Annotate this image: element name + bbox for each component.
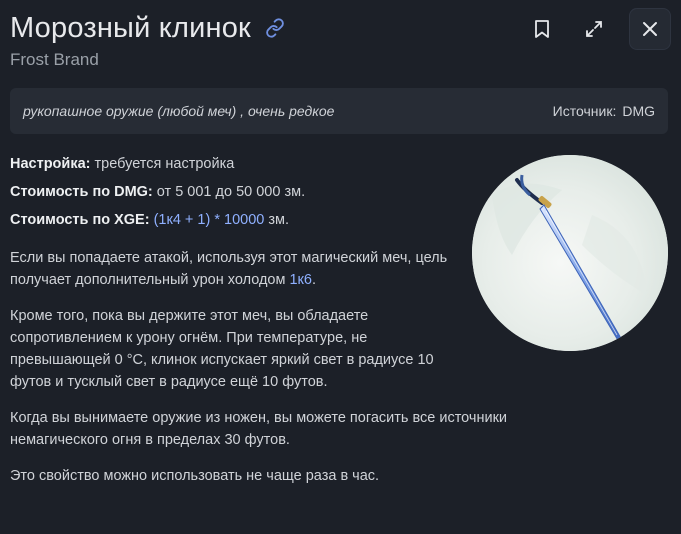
property-cost-dmg: Стоимость по DMG: от 5 001 до 50 000 зм. [10, 181, 465, 209]
property-label: Настройка: [10, 156, 91, 172]
item-illustration [472, 155, 668, 351]
description-paragraph: Если вы попадаете атакой, используя этот… [10, 247, 465, 291]
paragraph-end: . [311, 272, 316, 288]
expand-button[interactable] [575, 10, 613, 48]
bookmark-button[interactable] [523, 10, 561, 48]
item-description: Настройка: требуется настройка Стоимость… [10, 153, 507, 487]
item-type: рукопашное оружие (любой меч) , очень ре… [23, 103, 335, 119]
source-label: Источник: [552, 103, 617, 119]
close-button[interactable] [629, 8, 671, 50]
property-attunement: Настройка: требуется настройка [10, 153, 465, 181]
expand-icon [586, 21, 602, 37]
property-label: Стоимость по XGE: [10, 212, 150, 228]
header-actions [509, 8, 671, 50]
bookmark-icon [535, 20, 549, 38]
item-subtitle: Frost Brand [10, 50, 99, 69]
property-value: от 5 001 до 50 000 зм. [156, 184, 306, 200]
description-paragraph: Когда вы вынимаете оружие из ножен, вы м… [10, 410, 508, 448]
property-value: требуется настройка [94, 156, 235, 172]
description-paragraph: Это свойство можно использовать не чаще … [10, 468, 380, 484]
cost-formula-link[interactable]: (1к4 + 1) * 10000 [154, 212, 265, 228]
paragraph-text: Если вы попадаете атакой, используя этот… [10, 250, 448, 288]
property-cost-xge: Стоимость по XGE: (1к4 + 1) * 10000 зм. [10, 209, 465, 237]
link-icon[interactable] [264, 17, 286, 39]
damage-dice-link[interactable]: 1к6 [289, 272, 311, 288]
property-label: Стоимость по DMG: [10, 184, 153, 200]
item-meta-bar: рукопашное оружие (любой меч) , очень ре… [10, 88, 668, 134]
item-title: Морозный клинок [10, 11, 251, 44]
property-unit: зм. [268, 212, 290, 228]
item-header: Морозный клинок Frost Brand [10, 8, 671, 78]
description-paragraph: Кроме того, пока вы держите этот меч, вы… [10, 308, 434, 390]
source-value: DMG [622, 103, 655, 119]
item-source: Источник: DMG [553, 103, 655, 119]
close-icon [643, 22, 657, 36]
